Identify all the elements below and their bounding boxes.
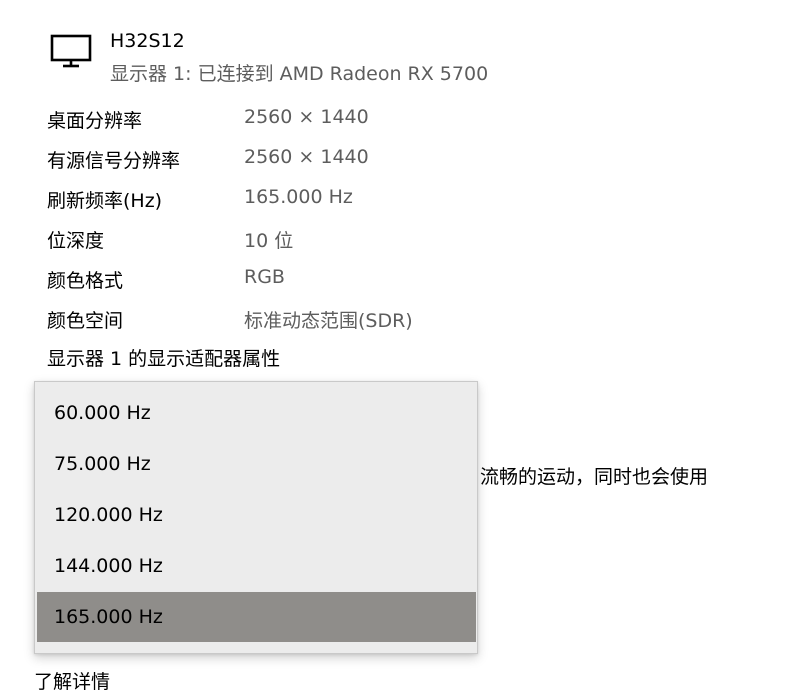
property-row-color-format: 颜色格式 RGB [47,266,767,296]
refresh-option-60[interactable]: 60.000 Hz [37,388,476,438]
property-value: 2560 × 1440 [244,146,369,168]
property-label: 桌面分辨率 [47,110,143,132]
property-value: RGB [244,266,285,288]
adapter-properties-link[interactable]: 显示器 1 的显示适配器属性 [47,344,280,371]
property-row-refresh-rate: 刷新频率(Hz) 165.000 Hz [47,186,767,216]
monitor-icon [50,34,92,68]
property-label: 位深度 [47,230,105,252]
refresh-option-144[interactable]: 144.000 Hz [37,541,476,591]
property-row-bit-depth: 位深度 10 位 [47,226,767,256]
property-row-desktop-resolution: 桌面分辨率 2560 × 1440 [47,106,767,136]
display-subtitle: 显示器 1: 已连接到 AMD Radeon RX 5700 [110,63,489,85]
property-value: 标准动态范围(SDR) [244,310,413,332]
refresh-option-120[interactable]: 120.000 Hz [37,490,476,540]
property-value: 165.000 Hz [244,186,353,208]
property-value: 2560 × 1440 [244,106,369,128]
display-name: H32S12 [110,30,185,52]
property-row-active-signal-resolution: 有源信号分辨率 2560 × 1440 [47,146,767,176]
property-label: 刷新频率(Hz) [47,190,163,212]
property-label: 有源信号分辨率 [47,150,181,172]
refresh-option-75[interactable]: 75.000 Hz [37,439,476,489]
property-row-color-space: 颜色空间 标准动态范围(SDR) [47,306,767,336]
refresh-rate-dropdown[interactable]: 60.000 Hz 75.000 Hz 120.000 Hz 144.000 H… [34,381,478,654]
property-label: 颜色格式 [47,270,124,292]
property-value: 10 位 [244,230,294,252]
refresh-rate-description: 流畅的运动，同时也会使用 [480,466,709,488]
learn-more-link[interactable]: 了解详情 [34,667,110,694]
refresh-option-165-selected[interactable]: 165.000 Hz [37,592,476,642]
property-label: 颜色空间 [47,310,124,332]
